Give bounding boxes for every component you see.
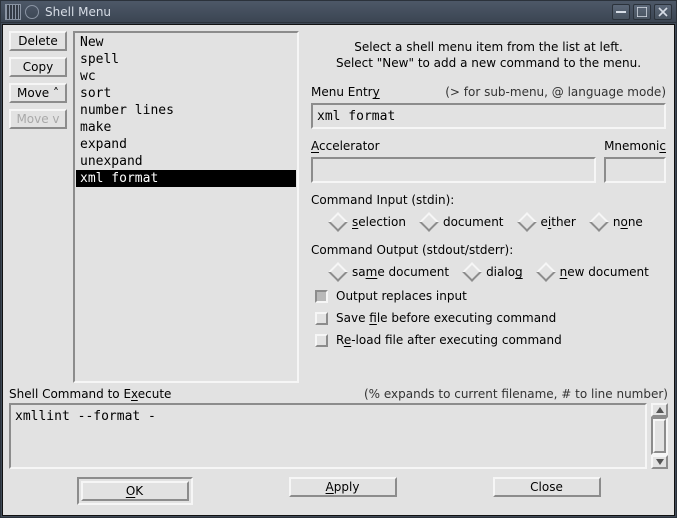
default-button-ring: OK xyxy=(77,477,193,505)
intro-line1: Select a shell menu item from the list a… xyxy=(311,39,666,55)
menu-entry-hint: (> for sub-menu, @ language mode) xyxy=(445,85,666,99)
radio-label: new document xyxy=(560,265,649,279)
reload-label: Re-load file after executing command xyxy=(336,333,562,347)
cmd-input-radio-group: selection document either none xyxy=(311,211,666,233)
radio-label: selection xyxy=(352,215,406,229)
intro-text: Select a shell menu item from the list a… xyxy=(311,39,666,71)
command-label: Shell Command to Execute xyxy=(9,387,171,401)
apply-button[interactable]: Apply xyxy=(289,477,397,497)
accelerator-input[interactable] xyxy=(311,157,596,183)
radio-label: same document xyxy=(352,265,449,279)
scroll-up-button[interactable] xyxy=(651,403,668,417)
list-item[interactable]: xml format xyxy=(76,170,296,187)
radio-icon xyxy=(517,212,537,232)
output-replaces-label: Output replaces input xyxy=(336,289,467,303)
checkbox-icon xyxy=(315,290,328,303)
copy-button[interactable]: Copy xyxy=(9,57,67,77)
radio-label: none xyxy=(613,215,643,229)
mnemonic-input[interactable] xyxy=(604,157,666,183)
scroll-down-button[interactable] xyxy=(651,455,668,469)
radio-option[interactable]: none xyxy=(592,215,643,229)
command-textarea[interactable]: xmllint --format - xyxy=(9,403,647,469)
scroll-track[interactable] xyxy=(651,417,668,455)
list-item[interactable]: make xyxy=(76,119,296,136)
radio-option[interactable]: document xyxy=(422,215,504,229)
maximize-button[interactable] xyxy=(633,4,651,20)
list-item[interactable]: unexpand xyxy=(76,153,296,170)
command-section: Shell Command to Execute (% expands to c… xyxy=(9,387,668,469)
reload-check[interactable]: Re-load file after executing command xyxy=(311,331,666,349)
command-scrollbar[interactable] xyxy=(651,403,668,469)
cmd-output-label: Command Output (stdout/stderr): xyxy=(311,243,666,257)
command-hint: (% expands to current filename, # to lin… xyxy=(364,387,668,401)
cmd-output-radio-group: same document dialog new document xyxy=(311,261,666,283)
menu-entry-input[interactable]: xml format xyxy=(311,103,666,129)
radio-option[interactable]: either xyxy=(520,215,576,229)
save-before-label: Save file before executing command xyxy=(336,311,556,325)
radio-icon xyxy=(328,212,348,232)
list-item[interactable]: New xyxy=(76,34,296,51)
sticky-icon[interactable] xyxy=(25,5,39,19)
save-before-check[interactable]: Save file before executing command xyxy=(311,309,666,327)
side-button-column: Delete Copy Move ˄ Move v xyxy=(9,31,67,383)
window: Shell Menu Delete Copy Move ˄ Move v New… xyxy=(0,0,677,518)
list-item[interactable]: sort xyxy=(76,85,296,102)
close-button[interactable]: Close xyxy=(493,477,601,497)
list-item[interactable]: expand xyxy=(76,136,296,153)
accelerator-label: Accelerator xyxy=(311,139,380,153)
intro-line2: Select "New" to add a new command to the… xyxy=(311,55,666,71)
radio-label: document xyxy=(443,215,504,229)
radio-icon xyxy=(462,262,482,282)
titlebar[interactable]: Shell Menu xyxy=(1,1,676,23)
radio-label: either xyxy=(541,215,576,229)
client-area: Delete Copy Move ˄ Move v Newspellwcsort… xyxy=(2,24,675,516)
details-panel: Select a shell menu item from the list a… xyxy=(305,31,668,383)
checkbox-icon xyxy=(315,334,328,347)
list-item[interactable]: wc xyxy=(76,68,296,85)
output-replaces-check[interactable]: Output replaces input xyxy=(311,287,666,305)
radio-icon xyxy=(536,262,556,282)
delete-button[interactable]: Delete xyxy=(9,31,67,51)
move-up-button[interactable]: Move ˄ xyxy=(9,83,67,103)
radio-icon xyxy=(419,212,439,232)
radio-option[interactable]: dialog xyxy=(465,265,523,279)
minimize-button[interactable] xyxy=(612,4,630,20)
checkbox-icon xyxy=(315,312,328,325)
ok-button[interactable]: OK xyxy=(81,481,189,501)
scroll-thumb[interactable] xyxy=(653,419,666,453)
cmd-input-label: Command Input (stdin): xyxy=(311,193,666,207)
radio-label: dialog xyxy=(486,265,523,279)
list-item[interactable]: number lines xyxy=(76,102,296,119)
move-down-button[interactable]: Move v xyxy=(9,109,67,129)
list-item[interactable]: spell xyxy=(76,51,296,68)
button-bar: OK Apply Close xyxy=(9,469,668,509)
radio-icon xyxy=(328,262,348,282)
radio-option[interactable]: same document xyxy=(331,265,449,279)
window-title: Shell Menu xyxy=(45,5,609,19)
radio-option[interactable]: selection xyxy=(331,215,406,229)
radio-option[interactable]: new document xyxy=(539,265,649,279)
menu-listbox[interactable]: Newspellwcsortnumber linesmakeexpandunex… xyxy=(73,31,299,383)
app-icon xyxy=(5,4,21,20)
mnemonic-label: Mnemonic xyxy=(604,139,666,153)
close-window-button[interactable] xyxy=(654,4,672,20)
radio-icon xyxy=(589,212,609,232)
menu-entry-label: Menu Entry xyxy=(311,85,380,99)
